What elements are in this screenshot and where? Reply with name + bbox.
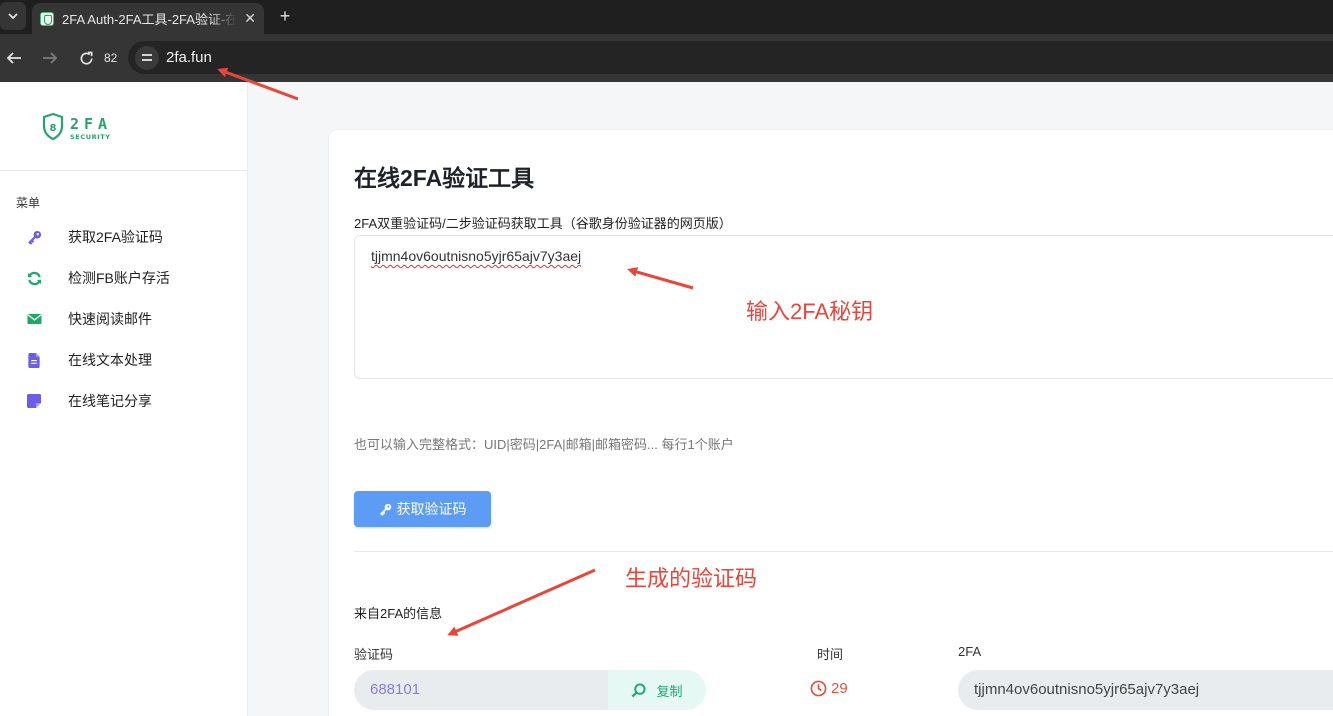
2fa-secret-field[interactable]: tjjmn4ov6outnisno5yjr65ajv7y3aej (958, 670, 1333, 710)
countdown-value: 29 (831, 680, 848, 697)
new-tab-button[interactable]: + (275, 4, 295, 28)
reload-icon (80, 51, 93, 64)
svg-text:SECURITY: SECURITY (70, 133, 111, 141)
secret-input-label: 2FA双重验证码/二步验证码获取工具（谷歌身份验证器的网页版） (354, 216, 732, 231)
sidebar-item-read-mail[interactable]: 快速阅读邮件 (26, 304, 236, 334)
shield-favicon-icon (40, 11, 54, 26)
2fa-column-label: 2FA (958, 644, 982, 659)
mail-icon (26, 311, 42, 327)
info-section-title: 来自2FA的信息 (354, 606, 443, 621)
2fa-security-logo: 8 2FA SECURITY (42, 112, 112, 141)
code-field: 688101 复制 (354, 670, 706, 710)
svg-text:2FA: 2FA (70, 115, 112, 133)
secret-textarea-value: tjjmn4ov6outnisno5yjr65ajv7y3aej (371, 248, 582, 264)
note-icon (26, 393, 42, 409)
svg-text:8: 8 (50, 123, 57, 134)
page-content: 8 2FA SECURITY 菜单 获取2FA验证码 检测FB账户存活 快速阅读… (0, 82, 1333, 716)
section-divider (354, 551, 1333, 552)
reload-button[interactable] (74, 46, 98, 70)
back-button[interactable] (2, 46, 26, 70)
sidebar-item-label: 在线文本处理 (68, 352, 152, 368)
verification-code[interactable]: 688101 (370, 681, 420, 698)
sidebar-item-get-2fa-code[interactable]: 获取2FA验证码 (26, 222, 236, 252)
sidebar-item-check-fb-account[interactable]: 检测FB账户存活 (26, 263, 236, 293)
search-icon (631, 682, 647, 698)
key-icon (379, 503, 392, 516)
sidebar-item-label: 在线笔记分享 (68, 393, 152, 409)
forward-button[interactable] (38, 46, 62, 70)
browser-tab-bar: 2FA Auth-2FA工具-2FA验证-在线 ✕ + (0, 0, 1333, 34)
sidebar-item-text-processing[interactable]: 在线文本处理 (26, 345, 236, 375)
address-bar[interactable]: 2fa.fun (128, 41, 1333, 74)
tab-search-button[interactable] (0, 2, 26, 30)
arrow-right-icon (43, 52, 58, 64)
sidebar-divider (0, 170, 248, 171)
code-column-label: 验证码 (354, 647, 394, 662)
reload-count: 82 (104, 51, 118, 65)
annotation-generated-code: 生成的验证码 (625, 566, 758, 591)
chevron-down-icon (8, 12, 18, 19)
get-code-button[interactable]: 获取验证码 (354, 491, 491, 527)
sidebar-item-label: 快速阅读邮件 (68, 311, 152, 327)
tab-title: 2FA Auth-2FA工具-2FA验证-在线 (62, 12, 237, 27)
url-text[interactable]: 2fa.fun (166, 49, 212, 66)
close-tab-icon[interactable]: ✕ (244, 10, 256, 27)
copy-button[interactable]: 复制 (608, 670, 706, 710)
countdown-timer: 29 (810, 680, 848, 697)
menu-heading: 菜单 (16, 196, 41, 210)
sidebar: 8 2FA SECURITY 菜单 获取2FA验证码 检测FB账户存活 快速阅读… (0, 82, 248, 716)
copy-button-label: 复制 (656, 683, 683, 699)
arrow-left-icon (6, 52, 21, 64)
page-title: 在线2FA验证工具 (354, 165, 535, 191)
refresh-icon (26, 270, 42, 286)
site-info-icon[interactable] (135, 46, 159, 70)
time-column-label: 时间 (817, 647, 844, 662)
2fa-secret-value: tjjmn4ov6outnisno5yjr65ajv7y3aej (974, 681, 1200, 698)
browser-tab[interactable]: 2FA Auth-2FA工具-2FA验证-在线 ✕ (32, 3, 264, 34)
annotation-input-secret: 输入2FA秘钥 (746, 299, 874, 324)
sidebar-item-label: 获取2FA验证码 (68, 229, 163, 245)
get-code-button-label: 获取验证码 (396, 501, 467, 517)
browser-toolbar: 82 2fa.fun (0, 34, 1333, 82)
file-icon (26, 352, 42, 368)
key-icon (26, 229, 42, 245)
sidebar-item-label: 检测FB账户存活 (68, 270, 170, 286)
sidebar-item-note-share[interactable]: 在线笔记分享 (26, 386, 236, 416)
clock-icon (810, 680, 827, 697)
format-hint: 也可以输入完整格式：UID|密码|2FA|邮箱|邮箱密码... 每行1个账户 (354, 437, 734, 452)
main-card: 在线2FA验证工具 2FA双重验证码/二步验证码获取工具（谷歌身份验证器的网页版… (329, 130, 1333, 716)
